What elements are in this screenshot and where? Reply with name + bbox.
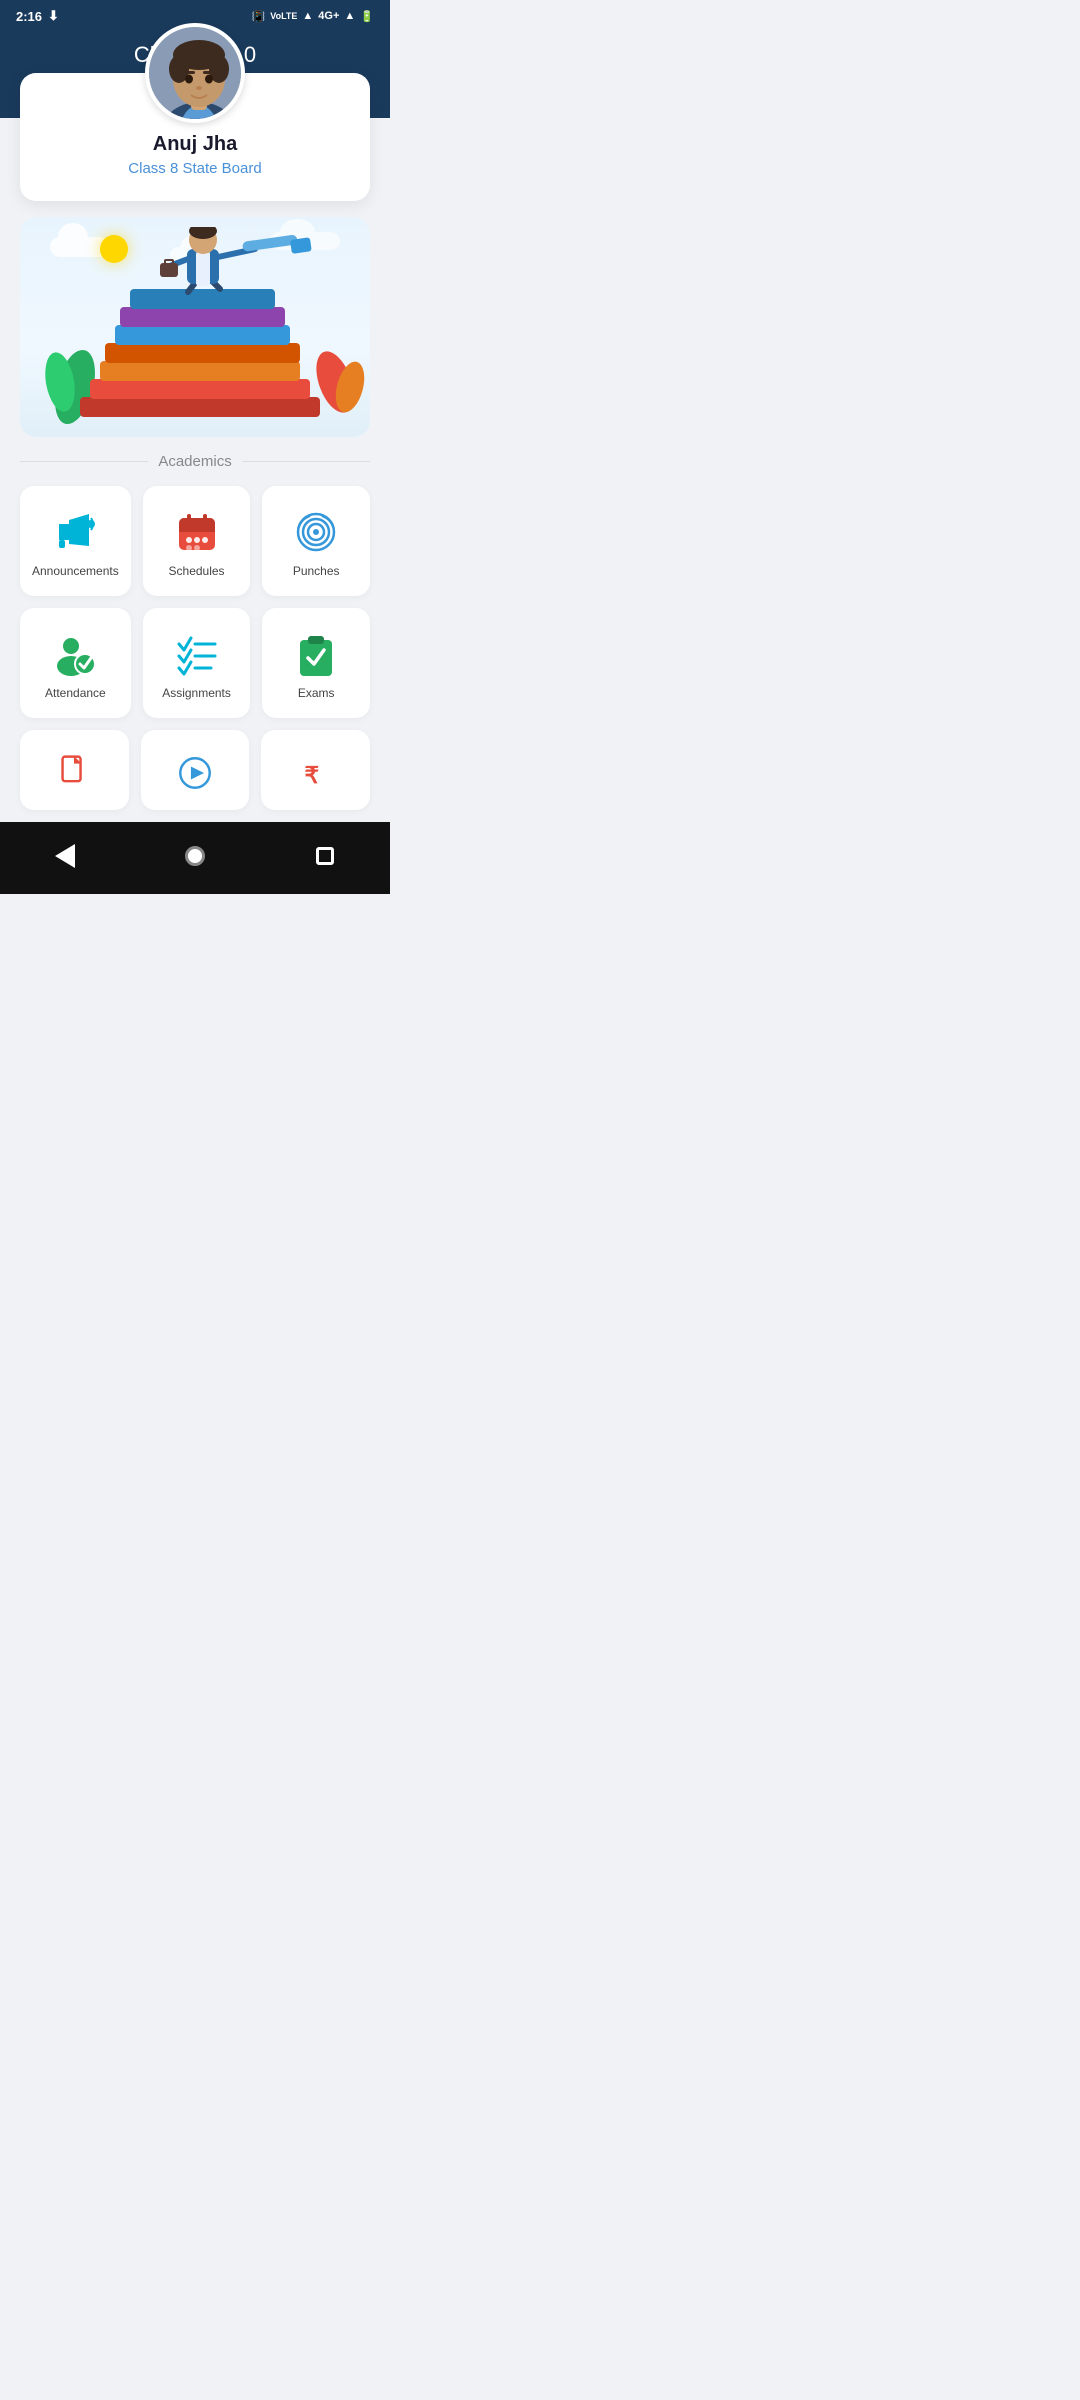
grid-card-assignments[interactable]: Assignments: [143, 608, 251, 718]
exams-label: Exams: [298, 686, 335, 700]
grid-card-item8[interactable]: [141, 730, 250, 810]
avatar: [145, 23, 245, 123]
grid-card-item7[interactable]: [20, 730, 129, 810]
recent-apps-icon: [316, 847, 334, 865]
nav-recent-button[interactable]: [303, 834, 347, 878]
wifi-icon: ▲: [302, 10, 313, 22]
profile-card: Anuj Jha Class 8 State Board: [20, 73, 370, 201]
svg-text:₹: ₹: [304, 762, 319, 788]
grid-card-exams[interactable]: Exams: [262, 608, 370, 718]
banner-section: [20, 217, 370, 437]
play-icon: [173, 754, 217, 792]
calendar-icon: [175, 510, 219, 554]
megaphone-icon: [53, 510, 97, 554]
grid-card-schedules[interactable]: Schedules: [143, 486, 251, 596]
grid-card-punches[interactable]: Punches: [262, 486, 370, 596]
user-name: Anuj Jha: [40, 133, 350, 156]
grid-card-announcements[interactable]: Announcements: [20, 486, 131, 596]
battery-icon: 🔋: [360, 10, 374, 23]
network-icon: 4G+: [318, 10, 339, 22]
list-check-icon: [175, 632, 219, 676]
nav-back-button[interactable]: [43, 834, 87, 878]
vibrate-icon: 📳: [252, 10, 266, 23]
academics-title: Academics: [158, 453, 231, 470]
section-line-left: [20, 461, 148, 462]
volte-icon: VoLTE: [270, 11, 297, 21]
announcements-label: Announcements: [32, 564, 119, 578]
download-icon: ⬇: [48, 8, 59, 24]
assignments-label: Assignments: [162, 686, 231, 700]
user-class: Class 8 State Board: [40, 160, 350, 177]
punches-label: Punches: [293, 564, 340, 578]
document-icon: [52, 754, 96, 792]
schedules-label: Schedules: [169, 564, 225, 578]
attendance-label: Attendance: [45, 686, 106, 700]
bottom-navigation: [0, 822, 390, 894]
nav-home-button[interactable]: [173, 834, 217, 878]
back-arrow-icon: [55, 844, 75, 868]
rupee-icon: ₹: [294, 754, 338, 792]
time-display: 2:16: [16, 9, 42, 24]
grid-card-item9[interactable]: ₹: [261, 730, 370, 810]
fingerprint-icon: [294, 510, 338, 554]
grid-card-attendance[interactable]: Attendance: [20, 608, 131, 718]
home-circle-icon: [185, 846, 205, 866]
attendance-icon: [53, 632, 97, 676]
section-line-right: [242, 461, 370, 462]
signal-icon: ▲: [344, 10, 355, 22]
clipboard-icon: [294, 632, 338, 676]
